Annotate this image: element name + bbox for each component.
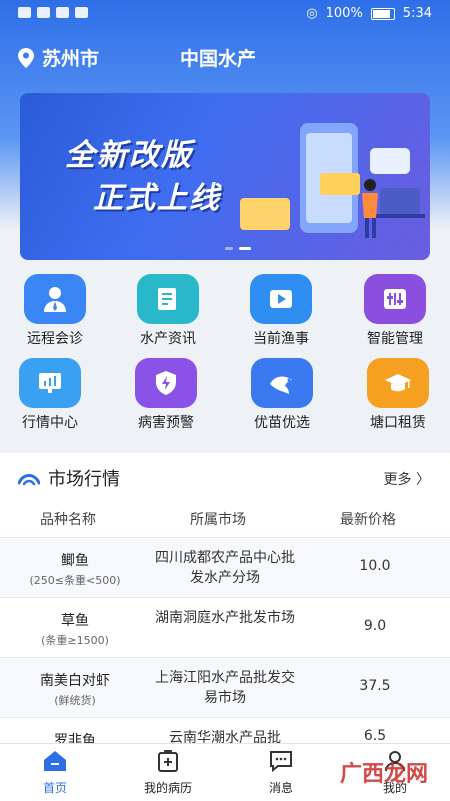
market-chart-icon [19, 358, 81, 408]
usb-icon [56, 7, 69, 18]
section-header: 市场行情 [18, 465, 120, 491]
news-icon [137, 274, 199, 324]
menu-premium-fry[interactable]: 优苗优选 [227, 358, 337, 432]
market-name: 湖南洞庭水产批发市场 [155, 610, 295, 626]
app-header: 苏州市 中国水产 [0, 40, 450, 76]
location-status-icon: ◎ [306, 6, 318, 21]
tab-messages[interactable]: 消息 [236, 750, 326, 796]
banner-line1: 全新改版 [65, 138, 193, 173]
fish-icon [251, 358, 313, 408]
variety-spec: (条重≥1500) [41, 634, 109, 647]
medical-record-icon [158, 750, 178, 772]
pagination-dot[interactable] [225, 247, 233, 250]
banner-illustration [240, 123, 425, 238]
price: 6.5 [363, 728, 387, 744]
menu-label: 行情中心 [22, 415, 78, 431]
table-row[interactable]: 南美白对虾 (鲜统货) 上海江阳水产品批发交易市场 37.5 [0, 657, 450, 718]
video-play-icon [250, 274, 312, 324]
variety-name: 草鱼 [61, 613, 89, 629]
shield-alert-icon [135, 358, 197, 408]
signal-icon [18, 7, 31, 18]
doctor-consult-icon [24, 274, 86, 324]
menu-market-center[interactable]: 行情中心 [0, 358, 105, 432]
table-row[interactable]: 鲫鱼 (250≤条重<500) 四川成都农产品中心批发水产分场 10.0 [0, 537, 450, 598]
menu-label: 塘口租赁 [370, 415, 426, 431]
app-title: 中国水产 [180, 48, 257, 70]
variety-cell: 鲫鱼 (250≤条重<500) [0, 550, 150, 588]
clock: 5:34 [402, 6, 432, 21]
variety-cell: 南美白对虾 (鲜统货) [0, 670, 150, 708]
battery-icon [370, 7, 395, 20]
home-icon [44, 751, 66, 771]
variety-name: 南美白对虾 [40, 673, 110, 689]
price: 37.5 [359, 678, 391, 694]
location-pin-icon [18, 47, 34, 68]
banner-line2: 正式上线 [93, 181, 221, 216]
status-icons [18, 7, 88, 18]
price: 10.0 [359, 558, 391, 574]
market-name: 上海江阳水产品批发交易市场 [155, 670, 295, 706]
app-notification-icon [75, 7, 88, 18]
menu-pond-rental[interactable]: 塘口租赁 [343, 358, 450, 432]
message-icon [270, 751, 292, 773]
city-label: 苏州市 [42, 48, 100, 70]
section-title: 市场行情 [48, 469, 120, 490]
menu-label: 远程会诊 [27, 331, 83, 347]
menu-disease-warning[interactable]: 病害预警 [111, 358, 221, 432]
tab-label: 我的病历 [143, 781, 192, 795]
tab-home[interactable]: 首页 [10, 750, 100, 796]
tab-label: 首页 [42, 781, 67, 795]
more-link[interactable]: 更多 〉 [384, 469, 430, 489]
menu-label: 病害预警 [138, 415, 194, 431]
graduation-cap-icon [367, 358, 429, 408]
variety-name: 鲫鱼 [61, 553, 89, 569]
chevron-right-icon: 〉 [416, 472, 430, 488]
notification-icon [37, 7, 50, 18]
menu-smart-management[interactable]: 智能管理 [340, 274, 450, 348]
variety-cell: 草鱼 (条重≥1500) [0, 610, 150, 648]
menu-label: 优苗优选 [254, 415, 310, 431]
menu-label: 水产资讯 [140, 331, 196, 347]
menu-current-fishery[interactable]: 当前渔事 [226, 274, 336, 348]
tab-label: 消息 [268, 781, 293, 795]
tab-medical-record[interactable]: 我的病历 [123, 750, 213, 796]
battery-percent: 100% [325, 6, 363, 21]
control-panel-icon [364, 274, 426, 324]
market-logo-icon [18, 474, 40, 486]
menu-remote-consult[interactable]: 远程会诊 [0, 274, 110, 348]
column-header-price: 最新价格 [340, 512, 396, 528]
menu-label: 当前渔事 [253, 331, 309, 347]
price: 9.0 [363, 618, 387, 634]
promo-banner[interactable]: 全新改版 正式上线 [20, 93, 430, 260]
pagination-dot-active[interactable] [239, 247, 251, 250]
variety-spec: (250≤条重<500) [29, 574, 121, 587]
variety-spec: (鲜统货) [54, 694, 96, 707]
column-header-variety: 品种名称 [40, 512, 96, 528]
market-section: 市场行情 更多 〉 品种名称 所属市场 最新价格 鲫鱼 (250≤条重<500)… [0, 453, 450, 754]
menu-aquatic-news[interactable]: 水产资讯 [113, 274, 223, 348]
table-row[interactable]: 草鱼 (条重≥1500) 湖南洞庭水产批发市场 9.0 [0, 597, 450, 658]
market-name: 四川成都农产品中心批发水产分场 [155, 550, 295, 586]
status-bar: ◎ 100% 5:34 [0, 0, 450, 30]
column-header-market: 所属市场 [190, 512, 246, 528]
menu-label: 智能管理 [367, 331, 423, 347]
banner-pagination [225, 247, 251, 250]
watermark: 广西龙网 [339, 762, 428, 787]
city-selector[interactable]: 苏州市 [18, 44, 99, 71]
more-label: 更多 [383, 472, 412, 488]
